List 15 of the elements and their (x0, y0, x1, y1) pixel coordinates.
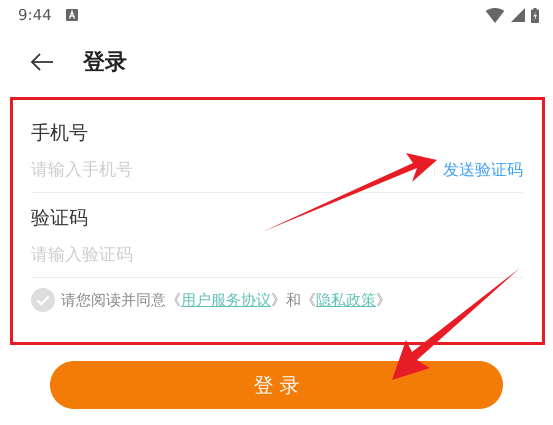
send-code-link[interactable]: 发送验证码 (443, 160, 523, 180)
back-arrow-icon[interactable] (30, 53, 54, 71)
field-label: 验证码 (31, 206, 89, 231)
agree-checkbox[interactable] (31, 288, 55, 312)
agreement-text: 请您阅读并同意《用户服务协议》和《隐私政策》 (61, 290, 391, 310)
field-label: 手机号 (31, 121, 89, 146)
wifi-icon (485, 8, 505, 22)
login-button[interactable]: 登 录 (50, 361, 503, 409)
agreement-link[interactable]: 隐私政策 (316, 290, 376, 308)
status-time: 9:44 (18, 6, 52, 24)
page-title: 登录 (83, 49, 127, 77)
battery-icon (531, 8, 539, 22)
agreement-link[interactable]: 用户服务协议 (181, 290, 271, 308)
keyboard-notification-icon (66, 9, 78, 21)
signal-icon (511, 8, 525, 22)
